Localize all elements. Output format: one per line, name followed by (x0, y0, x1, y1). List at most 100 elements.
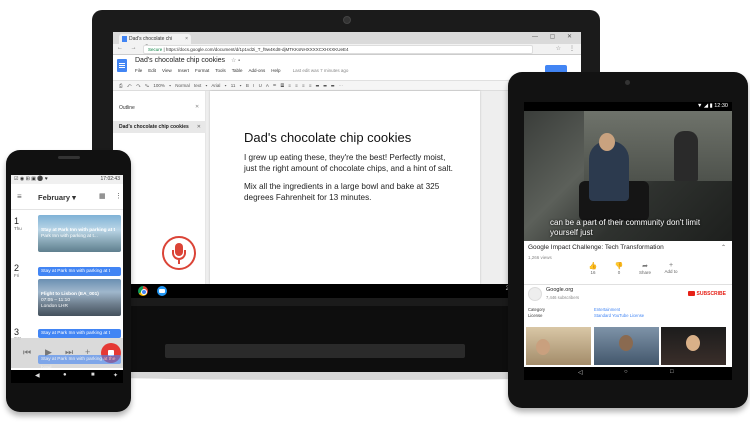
menu-table[interactable]: Table (232, 68, 243, 73)
month-selector[interactable]: February ▾ (38, 193, 76, 202)
share-label: Share (638, 270, 651, 275)
address-bar: ← → C Secure | https://docs.google.com/d… (113, 44, 581, 55)
mic-arc (172, 250, 186, 260)
phone-speaker (58, 156, 80, 159)
subscribe-button[interactable]: SUBSCRIBE (687, 291, 726, 297)
video-player[interactable]: can be a part of their community don't l… (524, 111, 732, 241)
status-icons: ☑ ◉ ⊞ ▣ ⚫ ♥ (14, 176, 48, 182)
subscriber-count: 7,446 subscribers (546, 295, 580, 300)
add-to-label: Add to (664, 269, 678, 274)
video-meta-values: Entertainment Standard YouTube License (594, 307, 644, 318)
day-number: 1 (14, 216, 20, 226)
event-subtitle: Park Inn with parking at t... (41, 234, 98, 239)
thumbs-up-icon: 👍 (588, 263, 598, 270)
meta-license-label: License (528, 312, 543, 318)
menu-tools[interactable]: Tools (215, 68, 226, 73)
outline-close-icon[interactable]: ✕ (195, 104, 199, 110)
subscribe-label: SUBSCRIBE (696, 291, 726, 297)
event-card-hotel[interactable]: Stay at Park Inn with parking at t Park … (38, 215, 121, 252)
document-heading[interactable]: Dad's chocolate chip cookies (244, 130, 411, 145)
thumbnail-face (536, 339, 550, 355)
recent-apps-icon[interactable]: ■ (91, 372, 95, 378)
more-options-icon[interactable]: ⋮ (115, 192, 122, 200)
outline-item[interactable]: Dad's chocolate chip cookies ✕ (113, 121, 206, 133)
device-showcase: Dad's chocolate chi × — ▢ ✕ ← → C Secure… (0, 0, 750, 425)
secure-label: Secure (148, 47, 163, 52)
menu-view[interactable]: View (162, 68, 172, 73)
like-button[interactable]: 👍 16 (580, 262, 606, 275)
meta-category-label: Category (528, 307, 545, 312)
event-chip[interactable]: Stay at Park Inn with parking at t (38, 329, 121, 338)
docs-menubar: File Edit View Insert Format Tools Table… (135, 68, 348, 73)
channel-name[interactable]: Google.org (546, 287, 573, 293)
dislike-count: 0 (617, 270, 621, 275)
document-paragraph-1[interactable]: I grew up eating these, they're the best… (244, 153, 459, 174)
last-edit-text[interactable]: Last edit was 7 minutes ago (293, 68, 349, 73)
recent-apps-icon[interactable]: □ (670, 369, 674, 375)
video-caption: can be a part of their community don't l… (550, 218, 701, 237)
event-chip[interactable]: Stay at Park Inn with parking at t (38, 267, 121, 276)
phone-screen: ☑ ◉ ⊞ ▣ ⚫ ♥ 17:02:43 ≡ February ▾ ▦ ⋮ 1 … (11, 175, 123, 383)
url-text: | https://docs.google.com/document/d/1p1… (162, 47, 349, 52)
share-icon: ➦ (642, 263, 648, 270)
laptop-hinge (165, 344, 465, 358)
browser-tab[interactable]: Dad's chocolate chi × (119, 34, 191, 44)
back-icon[interactable]: ◁ (578, 369, 583, 376)
home-icon[interactable]: ○ (624, 369, 628, 375)
browser-tabbar: Dad's chocolate chi × — ▢ ✕ (113, 32, 581, 44)
document-paragraph-2[interactable]: Mix all the ingredients in a large bowl … (244, 182, 459, 203)
previous-icon[interactable]: ⏮ (23, 347, 31, 358)
menu-file[interactable]: File (135, 68, 142, 73)
video-meta-labels: Category License (528, 307, 545, 318)
menu-format[interactable]: Format (195, 68, 209, 73)
bookmark-star-icon[interactable]: ☆ (556, 45, 561, 52)
add-to-button[interactable]: + Add to (658, 262, 684, 274)
status-time: 17:02:43 (100, 176, 120, 182)
dislike-button[interactable]: 👎 0 (606, 262, 632, 275)
related-video-thumbnail[interactable] (526, 327, 591, 365)
menu-addons[interactable]: Add-ons (249, 68, 266, 73)
document-page[interactable]: Dad's chocolate chip cookies I grew up e… (210, 91, 480, 284)
event-chip[interactable]: Stay at Park Inn with parking at the hot… (38, 355, 121, 371)
video-frame-head (599, 133, 615, 151)
related-video-thumbnail[interactable] (661, 327, 726, 365)
back-icon[interactable]: ◀ (35, 372, 40, 379)
browser-menu-icon[interactable]: ⋮ (569, 45, 575, 52)
event-card-flight[interactable]: Flight to Lisbon (EA_001) 07:05 – 11:10 … (38, 279, 121, 316)
url-input[interactable]: Secure | https://docs.google.com/documen… (143, 45, 533, 54)
view-count: 1,266 views (528, 255, 552, 260)
day-of-week: Thu (14, 226, 22, 231)
tab-close-icon[interactable]: × (185, 34, 188, 44)
outline-item-label: Dad's chocolate chip cookies (119, 124, 189, 130)
like-count: 16 (590, 270, 596, 275)
channel-avatar[interactable] (528, 287, 542, 301)
menu-insert[interactable]: Insert (178, 68, 189, 73)
related-video-thumbnail[interactable] (594, 327, 659, 365)
menu-help[interactable]: Help (271, 68, 280, 73)
document-title[interactable]: Dad's chocolate chip cookies (135, 57, 225, 64)
phone-nav-bar: ◀ ● ■ ✦ (11, 370, 123, 383)
home-icon[interactable]: ● (63, 372, 67, 378)
window-controls[interactable]: — ▢ ✕ (532, 33, 577, 40)
star-folder-icons[interactable]: ☆ ▪ (231, 57, 240, 64)
menu-edit[interactable]: Edit (148, 68, 156, 73)
day-of-week: Fri (14, 273, 20, 278)
files-app-icon[interactable] (157, 286, 167, 296)
docs-logo-icon[interactable] (117, 59, 127, 72)
chrome-icon[interactable] (138, 286, 148, 296)
hamburger-menu-icon[interactable]: ≡ (17, 192, 22, 201)
thumbnail-face (686, 335, 700, 351)
expand-description-icon[interactable]: ⌃ (721, 244, 726, 251)
tablet-camera (625, 80, 630, 85)
voice-typing-mic-icon[interactable] (162, 236, 196, 270)
mic-stem (178, 260, 180, 264)
meta-license-value[interactable]: Standard YouTube License (594, 313, 644, 319)
share-button[interactable]: ➦ Share (632, 262, 658, 275)
add-icon: + (668, 262, 674, 269)
video-frame-person (674, 131, 698, 181)
outline-item-close-icon[interactable]: ✕ (197, 121, 201, 133)
accessibility-icon[interactable]: ✦ (113, 372, 118, 379)
tablet-screen: ▼ ◢ ▮ 12:30 can be a part of their commu… (524, 102, 732, 380)
calendar-view-icon[interactable]: ▦ (99, 192, 106, 200)
video-title: Google Impact Challenge: Tech Transforma… (528, 244, 664, 251)
